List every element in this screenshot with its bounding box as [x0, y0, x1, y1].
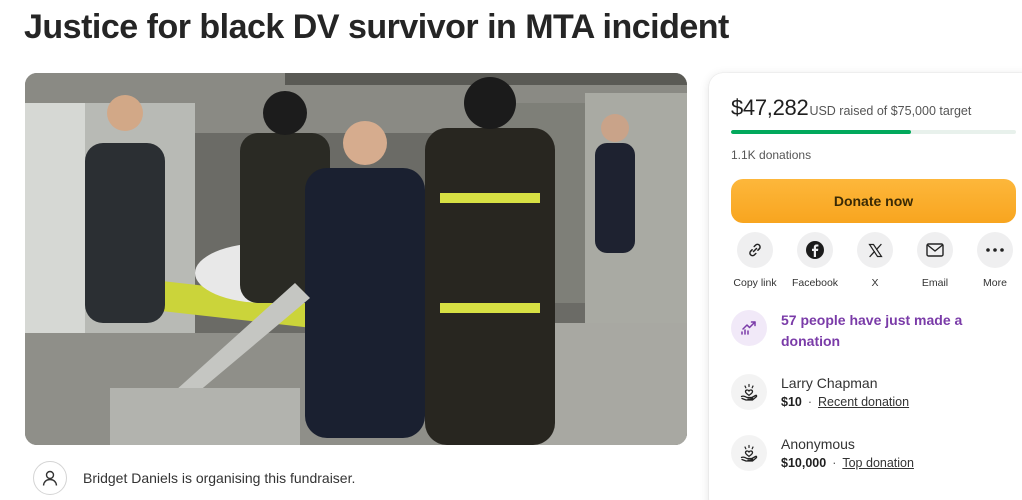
share-facebook[interactable]: Facebook [785, 232, 845, 289]
share-label: Email [921, 277, 949, 289]
donation-amount: $10,000 [781, 456, 827, 470]
page-title: Justice for black DV survivor in MTA inc… [24, 8, 729, 46]
share-more[interactable]: More [965, 232, 1022, 289]
share-copy-link[interactable]: Copy link [725, 232, 785, 289]
share-label: Facebook [791, 277, 839, 289]
link-icon[interactable] [737, 232, 773, 268]
donation-sidebar: $47,282 USD raised of $75,000 target 1.1… [709, 73, 1022, 500]
progress-bar [731, 130, 1016, 134]
trending-up-icon [731, 310, 767, 346]
donation-item: Larry Chapman $10 · Recent donation [731, 374, 909, 412]
share-label: More [983, 277, 1007, 289]
share-email[interactable]: Email [905, 232, 965, 289]
recent-donations-text: 57 people have just made a donation [781, 312, 963, 349]
separator-dot: · [807, 395, 813, 409]
separator-dot: · [832, 456, 837, 470]
share-label: Copy link [733, 277, 777, 289]
amount-raised-row: $47,282 USD raised of $75,000 target [731, 95, 971, 121]
user-avatar-icon [33, 461, 67, 495]
recent-donation-link[interactable]: Recent donation [818, 395, 909, 409]
top-donation-link[interactable]: Top donation [842, 456, 914, 470]
email-icon[interactable] [917, 232, 953, 268]
donation-amount: $10 [781, 395, 802, 409]
heart-hand-icon [731, 435, 767, 471]
facebook-icon[interactable] [797, 232, 833, 268]
organiser-row: Bridget Daniels is organising this fundr… [33, 460, 355, 496]
donation-count: 1.1K donations [731, 148, 812, 162]
organiser-text: Bridget Daniels is organising this fundr… [83, 470, 356, 486]
more-icon[interactable] [977, 232, 1013, 268]
share-label: X [871, 277, 879, 289]
amount-target: USD raised of $75,000 target [809, 104, 972, 118]
amount-raised: $47,282 [731, 95, 809, 120]
donation-item: Anonymous $10,000 · Top donation [731, 435, 914, 473]
donor-name: Anonymous [781, 436, 855, 452]
x-icon[interactable] [857, 232, 893, 268]
share-options: Copy link Facebook X Email More [725, 232, 1022, 289]
fundraiser-photo [25, 73, 687, 445]
donor-name: Larry Chapman [781, 375, 878, 391]
progress-fill [731, 130, 911, 134]
heart-hand-icon [731, 374, 767, 410]
donate-now-button[interactable]: Donate now [731, 179, 1016, 223]
recent-donations-alert: 57 people have just made a donation [731, 310, 981, 352]
share-x[interactable]: X [845, 232, 905, 289]
